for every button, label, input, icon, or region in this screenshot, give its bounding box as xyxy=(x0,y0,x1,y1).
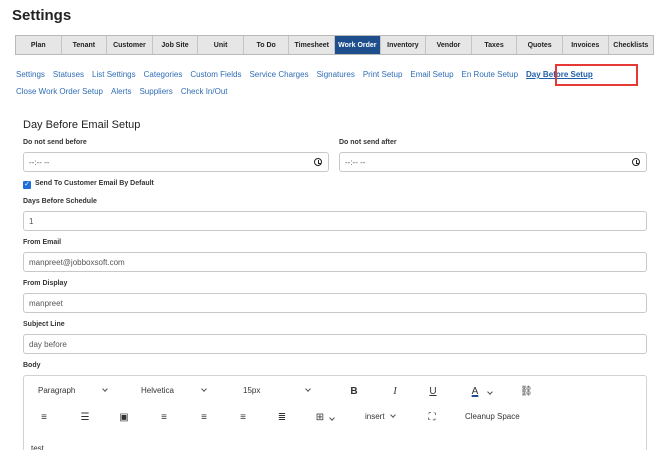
tab-customer[interactable]: Customer xyxy=(107,36,153,54)
from-display-input[interactable]: manpreet xyxy=(23,293,647,313)
active-subnav-highlight xyxy=(555,64,638,86)
chevron-down-icon xyxy=(305,386,312,392)
tab-plan[interactable]: Plan xyxy=(16,36,62,54)
unordered-list-icon[interactable]: ☰ xyxy=(79,412,91,424)
subject-line-value: day before xyxy=(29,339,67,349)
editor-body-text[interactable]: test xyxy=(31,444,44,450)
tab-vendor[interactable]: Vendor xyxy=(426,36,472,54)
section-title: Day Before Email Setup xyxy=(23,119,141,131)
clock-icon[interactable] xyxy=(632,158,640,166)
tab-to-do[interactable]: To Do xyxy=(244,36,290,54)
link-icon[interactable]: ⛓ xyxy=(520,386,533,398)
subnav-suppliers[interactable]: Suppliers xyxy=(139,87,172,96)
cleanup-space-button[interactable]: Cleanup Space xyxy=(465,412,520,421)
not-before-value: --:-- -- xyxy=(29,157,50,167)
send-to-customer-label: Send To Customer Email By Default xyxy=(35,180,154,187)
subject-line-label: Subject Line xyxy=(23,321,65,328)
tab-tenant[interactable]: Tenant xyxy=(62,36,108,54)
days-before-label: Days Before Schedule xyxy=(23,198,97,205)
checkmark-icon: ✓ xyxy=(24,181,30,188)
image-icon[interactable]: ▣ xyxy=(118,412,130,424)
top-nav-tabs: Plan Tenant Customer Job Site Unit To Do… xyxy=(15,35,654,55)
chevron-down-icon xyxy=(201,386,207,392)
font-size-value: 15px xyxy=(243,386,261,395)
tab-taxes[interactable]: Taxes xyxy=(472,36,518,54)
paragraph-select-value: Paragraph xyxy=(38,386,76,395)
from-email-value: manpreet@jobboxsoft.com xyxy=(29,257,125,267)
subnav-close-work-order-setup[interactable]: Close Work Order Setup xyxy=(16,87,103,96)
bold-icon[interactable]: B xyxy=(348,386,360,398)
chevron-down-icon xyxy=(389,412,396,418)
chevron-down-icon[interactable] xyxy=(487,389,493,395)
subnav-service-charges[interactable]: Service Charges xyxy=(249,70,308,79)
subnav-check-in-out[interactable]: Check In/Out xyxy=(181,87,228,96)
tab-checklists[interactable]: Checklists xyxy=(609,36,654,54)
tab-work-order[interactable]: Work Order xyxy=(335,36,381,54)
tab-job-site[interactable]: Job Site xyxy=(153,36,199,54)
fullscreen-icon[interactable]: ⛶ xyxy=(426,412,438,424)
from-display-label: From Display xyxy=(23,280,68,287)
not-before-label: Do not send before xyxy=(23,139,87,146)
font-size-select[interactable]: 15px xyxy=(243,386,312,395)
clock-icon[interactable] xyxy=(314,158,322,166)
subnav-alerts[interactable]: Alerts xyxy=(111,87,131,96)
subnav-custom-fields[interactable]: Custom Fields xyxy=(190,70,241,79)
editor-toolbar-row-1: Paragraph Helvetica 15px B I U A ⛓ xyxy=(24,380,646,406)
from-email-input[interactable]: manpreet@jobboxsoft.com xyxy=(23,252,647,272)
font-select-value: Helvetica xyxy=(141,386,174,395)
from-display-value: manpreet xyxy=(29,298,63,308)
days-before-value: 1 xyxy=(29,216,34,226)
chevron-down-icon xyxy=(102,386,109,392)
subnav-print-setup[interactable]: Print Setup xyxy=(363,70,403,79)
page-title: Settings xyxy=(12,7,72,24)
cleanup-space-label: Cleanup Space xyxy=(465,412,520,421)
subnav-statuses[interactable]: Statuses xyxy=(53,70,84,79)
subnav-categories[interactable]: Categories xyxy=(144,70,183,79)
from-email-label: From Email xyxy=(23,239,62,246)
justify-icon[interactable]: ≣ xyxy=(276,412,288,424)
insert-menu-label: insert xyxy=(365,412,385,421)
send-to-customer-checkbox[interactable]: ✓ xyxy=(23,181,31,189)
align-center-icon[interactable]: ≡ xyxy=(237,412,249,424)
subnav-list-settings[interactable]: List Settings xyxy=(92,70,136,79)
editor-toolbar-row-2: ≡ ☰ ▣ ≡ ≡ ≡ ≣ ⊞ insert ⛶ Cleanup Space xyxy=(24,406,646,432)
not-after-label: Do not send after xyxy=(339,139,397,146)
ordered-list-icon[interactable]: ≡ xyxy=(38,412,50,424)
font-select[interactable]: Helvetica xyxy=(141,386,207,395)
tab-timesheet[interactable]: Timesheet xyxy=(289,36,336,54)
underline-icon[interactable]: U xyxy=(427,386,439,398)
subnav-en-route-setup[interactable]: En Route Setup xyxy=(462,70,518,79)
tab-invoices[interactable]: Invoices xyxy=(563,36,609,54)
table-icon[interactable]: ⊞ xyxy=(314,412,326,424)
align-left-icon[interactable]: ≡ xyxy=(158,412,170,424)
text-color-icon[interactable]: A xyxy=(469,386,481,398)
paragraph-select[interactable]: Paragraph xyxy=(38,386,109,395)
tab-quotes[interactable]: Quotes xyxy=(517,36,563,54)
chevron-down-icon[interactable] xyxy=(329,415,335,421)
body-label: Body xyxy=(23,362,41,369)
subject-line-input[interactable]: day before xyxy=(23,334,647,354)
not-after-time-input[interactable]: --:-- -- xyxy=(339,152,647,172)
subnav-settings[interactable]: Settings xyxy=(16,70,45,79)
not-after-value: --:-- -- xyxy=(345,157,366,167)
tab-inventory[interactable]: Inventory xyxy=(381,36,427,54)
subnav-email-setup[interactable]: Email Setup xyxy=(410,70,453,79)
body-rich-text-editor[interactable]: Paragraph Helvetica 15px B I U A ⛓ ≡ ☰ ▣… xyxy=(23,375,647,450)
italic-icon[interactable]: I xyxy=(389,386,401,398)
days-before-input[interactable]: 1 xyxy=(23,211,647,231)
subnav-signatures[interactable]: Signatures xyxy=(317,70,355,79)
not-before-time-input[interactable]: --:-- -- xyxy=(23,152,329,172)
insert-menu[interactable]: insert xyxy=(365,412,396,421)
tab-unit[interactable]: Unit xyxy=(198,36,244,54)
align-right-icon[interactable]: ≡ xyxy=(198,412,210,424)
